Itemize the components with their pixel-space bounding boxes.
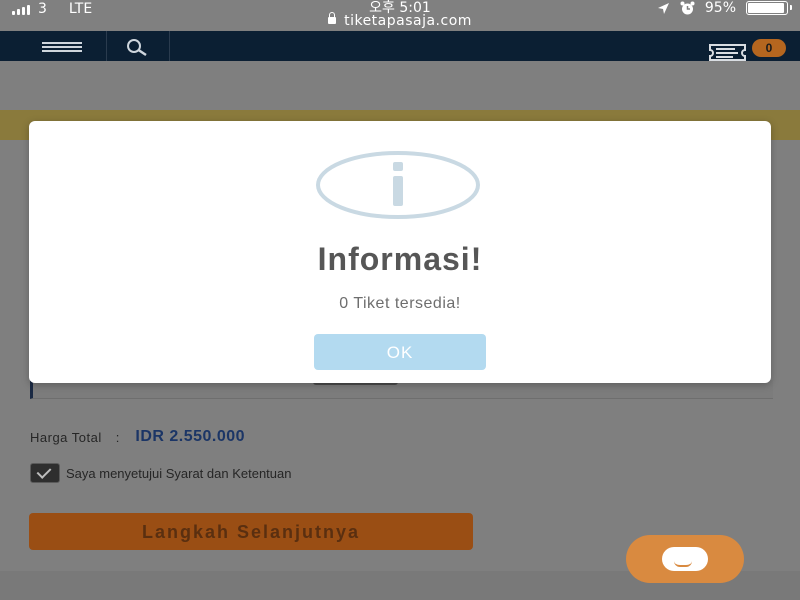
chat-icon — [662, 547, 708, 571]
chat-button[interactable] — [626, 535, 744, 583]
hamburger-menu-button[interactable] — [30, 31, 107, 61]
next-step-button[interactable]: Langkah Selanjutnya — [29, 513, 473, 550]
total-price-value: IDR 2.550.000 — [135, 428, 246, 445]
url-text: tiketapasaja.com — [344, 13, 472, 29]
battery-icon — [746, 1, 792, 15]
battery-percent: 95% — [704, 0, 736, 16]
lock-icon — [328, 12, 337, 24]
terms-label: Saya menyetujui Syarat dan Ketentuan — [66, 465, 292, 481]
terms-agreement-row: Saya menyetujui Syarat dan Ketentuan — [30, 463, 291, 483]
modal-title: Informasi! — [317, 241, 483, 277]
total-price-colon: : — [115, 429, 120, 445]
total-price-label: Harga Total — [30, 429, 102, 445]
info-icon — [316, 151, 480, 219]
search-button[interactable] — [107, 31, 170, 61]
info-modal: Informasi! 0 Tiket tersedia! OK — [29, 121, 771, 383]
hamburger-icon — [42, 42, 82, 44]
terms-checkbox[interactable] — [30, 463, 60, 483]
ok-button[interactable]: OK — [314, 334, 486, 370]
search-icon — [127, 39, 147, 57]
status-bar: 3 LTE 오후 5:01 tiketapasaja.com 95% — [0, 0, 800, 30]
total-price-row: Harga Total : IDR 2.550.000 — [30, 428, 245, 446]
alarm-icon — [680, 1, 695, 15]
cart-count-badge: 0 — [752, 39, 786, 57]
location-arrow-icon — [657, 2, 669, 14]
modal-message: 0 Tiket tersedia! — [339, 295, 461, 312]
top-navbar — [0, 31, 800, 61]
